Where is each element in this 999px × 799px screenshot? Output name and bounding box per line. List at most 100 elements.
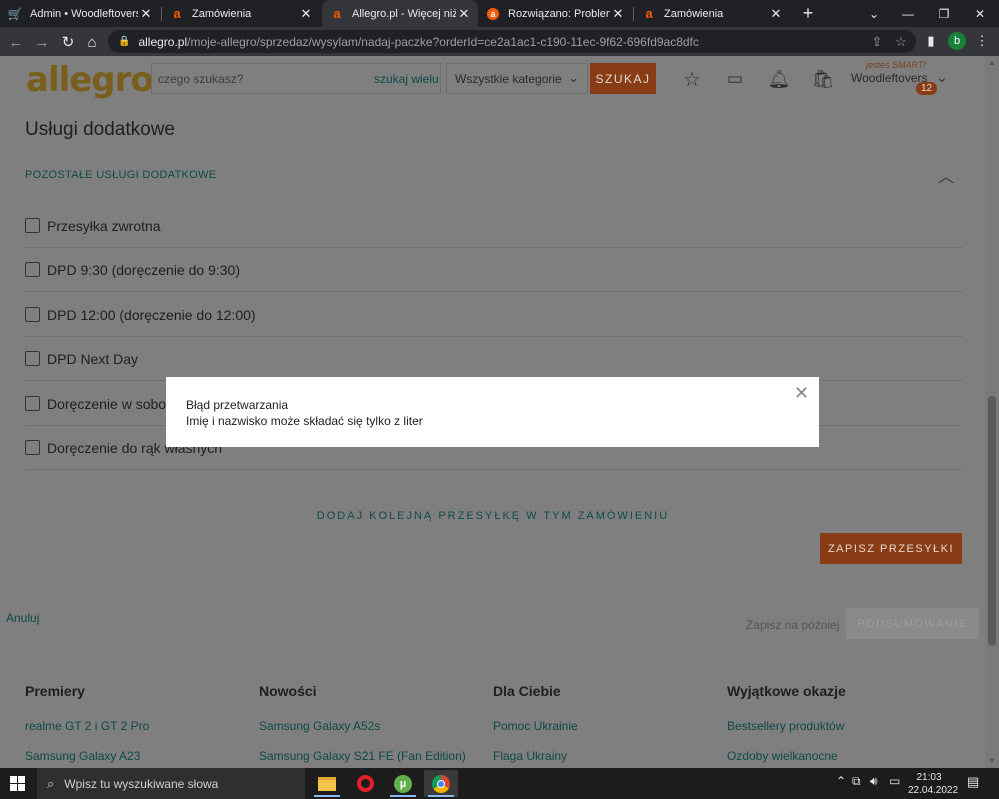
cancel-link[interactable]: Anuluj bbox=[6, 611, 39, 625]
footer-link[interactable]: Ozdoby wielkanocne bbox=[727, 749, 846, 763]
tray-app-icon[interactable]: ⧉ bbox=[852, 774, 861, 789]
minimize-icon[interactable]: — bbox=[890, 0, 926, 27]
allegro-community-icon: a bbox=[486, 7, 500, 21]
footer-link[interactable]: Flaga Ukrainy bbox=[493, 749, 578, 763]
search-many-link[interactable]: szukaj wielu bbox=[374, 72, 439, 86]
tab-title: Zamówienia bbox=[192, 7, 252, 20]
close-icon[interactable]: ✕ bbox=[794, 383, 809, 404]
scrollbar-thumb[interactable] bbox=[988, 396, 996, 646]
option-label: DPD 9:30 (doręczenie do 9:30) bbox=[47, 261, 240, 278]
footer-link[interactable]: Samsung Galaxy S21 FE (Fan Edition) bbox=[259, 749, 466, 763]
allegro-icon: a bbox=[173, 6, 181, 21]
summary-button[interactable]: PODSUMOWANIE bbox=[846, 608, 979, 639]
chevron-up-icon[interactable]: ︿ bbox=[938, 163, 954, 187]
close-tab-icon[interactable]: ✕ bbox=[298, 6, 314, 22]
system-clock[interactable]: 21:03 22.04.2022 bbox=[908, 771, 959, 797]
close-tab-icon[interactable]: ✕ bbox=[610, 6, 626, 22]
address-bar-row: ← → ↻ ⌂ 🔒 allegro.pl /moje-allegro/sprze… bbox=[0, 27, 999, 56]
checkbox[interactable] bbox=[25, 262, 40, 277]
sidepanel-icon[interactable]: ▮ bbox=[922, 32, 940, 50]
messages-icon[interactable]: ▭ bbox=[723, 66, 747, 92]
search-button[interactable]: SZUKAJ bbox=[590, 63, 656, 94]
option-label: DPD 12:00 (doręczenie do 12:00) bbox=[47, 306, 256, 323]
tab-zamowienia[interactable]: a Zamówienia ✕ bbox=[162, 0, 320, 27]
back-icon[interactable]: ← bbox=[5, 31, 27, 53]
windows-taskbar: ⌕ Wpisz tu wyszukiwane słowa µ ⌃ ⧉ 🔊︎ ▭ … bbox=[0, 768, 999, 799]
forward-icon[interactable]: → bbox=[31, 31, 53, 53]
url-field[interactable]: 🔒 allegro.pl /moje-allegro/sprzedaz/wysy… bbox=[108, 30, 916, 53]
close-tab-icon[interactable]: ✕ bbox=[138, 6, 154, 22]
cart-icon[interactable]: 🛍︎ bbox=[811, 66, 835, 92]
checkbox[interactable] bbox=[25, 440, 40, 455]
footer-column-nowosci: Nowości Samsung Galaxy A52s Samsung Gala… bbox=[259, 683, 466, 768]
save-shipments-button[interactable]: ZAPISZ PRZESYŁKI bbox=[820, 533, 962, 564]
allegro-logo[interactable]: allegro bbox=[26, 60, 154, 100]
footer-link[interactable]: Samsung Galaxy A23 bbox=[25, 749, 149, 763]
tab-admin[interactable]: 🛒 Admin • Woodleftovers ✕ bbox=[0, 0, 160, 27]
checkbox[interactable] bbox=[25, 396, 40, 411]
search-icon: ⌕ bbox=[47, 775, 55, 791]
utorrent-icon[interactable]: µ bbox=[386, 770, 420, 797]
browser-tab-strip: 🛒 Admin • Woodleftovers ✕ a Zamówienia ✕… bbox=[0, 0, 999, 27]
opera-icon[interactable] bbox=[348, 770, 382, 797]
close-tab-icon[interactable]: ✕ bbox=[768, 6, 784, 22]
category-select[interactable]: Wszystkie kategorie ⌄ bbox=[446, 63, 588, 94]
footer-link[interactable]: Pomoc Ukrainie bbox=[493, 719, 578, 733]
tab-allegro-active[interactable]: a Allegro.pl - Więcej niż aukcje ✕ bbox=[322, 0, 478, 27]
chevron-down-icon[interactable]: ⌄ bbox=[936, 69, 948, 86]
tab-zamowienia-2[interactable]: a Zamówienia ✕ bbox=[634, 0, 790, 27]
clock-date: 22.04.2022 bbox=[908, 785, 959, 796]
checkbox[interactable] bbox=[25, 351, 40, 366]
option-dpd-next-day[interactable]: DPD Next Day bbox=[25, 337, 962, 381]
section-title: Usługi dodatkowe bbox=[25, 119, 175, 140]
url-path: /moje-allegro/sprzedaz/wysylam/nadaj-pac… bbox=[187, 34, 699, 49]
bookmark-star-icon[interactable]: ☆ bbox=[892, 33, 910, 51]
checkbox[interactable] bbox=[25, 218, 40, 233]
footer-column-premiery: Premiery realme GT 2 i GT 2 Pro Samsung … bbox=[25, 683, 149, 768]
search-input[interactable] bbox=[152, 71, 362, 86]
restore-icon[interactable]: ❐ bbox=[926, 0, 962, 27]
home-icon[interactable]: ⌂ bbox=[81, 31, 103, 53]
option-dpd-930[interactable]: DPD 9:30 (doręczenie do 9:30) bbox=[25, 248, 962, 292]
add-shipment-link[interactable]: DODAJ KOLEJNĄ PRZESYŁKĘ W TYM ZAMÓWIENIU bbox=[6, 510, 980, 522]
save-later-link[interactable]: Zapisz na później bbox=[746, 618, 839, 632]
bell-icon[interactable]: 🔔︎ bbox=[767, 66, 791, 92]
user-menu[interactable]: Woodleftovers bbox=[851, 71, 927, 85]
chrome-icon[interactable] bbox=[424, 770, 458, 797]
page-scrollbar[interactable]: ▲ ▼ bbox=[985, 56, 999, 768]
cart-icon: 🛒 bbox=[7, 6, 23, 21]
windows-start-icon[interactable] bbox=[10, 776, 25, 791]
file-explorer-icon[interactable] bbox=[310, 770, 344, 797]
close-window-icon[interactable]: ✕ bbox=[962, 0, 998, 27]
share-icon[interactable]: ⇪ bbox=[868, 33, 886, 51]
option-return-shipment[interactable]: Przesyłka zwrotna bbox=[25, 204, 962, 248]
taskbar-search[interactable]: ⌕ Wpisz tu wyszukiwane słowa bbox=[37, 768, 305, 799]
scroll-down-icon[interactable]: ▼ bbox=[988, 756, 996, 765]
menu-icon[interactable]: ⋮ bbox=[973, 32, 991, 50]
tab-rozwiazano[interactable]: a Rozwiązano: Problem z nadaniem ✕ bbox=[478, 0, 632, 27]
reload-icon[interactable]: ↻ bbox=[57, 31, 79, 53]
tab-search-icon[interactable]: ⌄ bbox=[856, 0, 892, 27]
network-icon[interactable]: ▭ bbox=[889, 774, 900, 788]
star-icon[interactable]: ☆ bbox=[680, 66, 704, 92]
footer-link[interactable]: Samsung Galaxy A52s bbox=[259, 719, 466, 733]
checkbox[interactable] bbox=[25, 307, 40, 322]
footer-column-dla-ciebie: Dla Ciebie Pomoc Ukrainie Flaga Ukrainy bbox=[493, 683, 578, 768]
clock-time: 21:03 bbox=[916, 772, 942, 783]
user-notification-count: 12 bbox=[916, 82, 937, 95]
other-services-toggle[interactable]: POZOSTAŁE USŁUGI DODATKOWE bbox=[25, 169, 216, 181]
scroll-up-icon[interactable]: ▲ bbox=[988, 58, 996, 67]
lock-icon: 🔒 bbox=[118, 36, 131, 47]
tray-chevron-icon[interactable]: ⌃ bbox=[836, 774, 846, 788]
footer-link[interactable]: Bestsellery produktów bbox=[727, 719, 846, 733]
footer-link[interactable]: realme GT 2 i GT 2 Pro bbox=[25, 719, 149, 733]
notifications-icon[interactable]: ▤ bbox=[967, 774, 979, 790]
option-dpd-1200[interactable]: DPD 12:00 (doręczenie do 12:00) bbox=[25, 293, 962, 337]
profile-avatar[interactable]: b bbox=[948, 32, 966, 50]
page-viewport: allegro szukaj wielu Wszystkie kategorie… bbox=[0, 56, 985, 768]
new-tab-icon[interactable]: + bbox=[798, 3, 818, 23]
close-tab-icon[interactable]: ✕ bbox=[456, 6, 472, 22]
tab-title: Rozwiązano: Problem z nadaniem bbox=[508, 7, 610, 20]
volume-icon[interactable]: 🔊︎ bbox=[870, 774, 878, 789]
option-label: DPD Next Day bbox=[47, 350, 139, 367]
